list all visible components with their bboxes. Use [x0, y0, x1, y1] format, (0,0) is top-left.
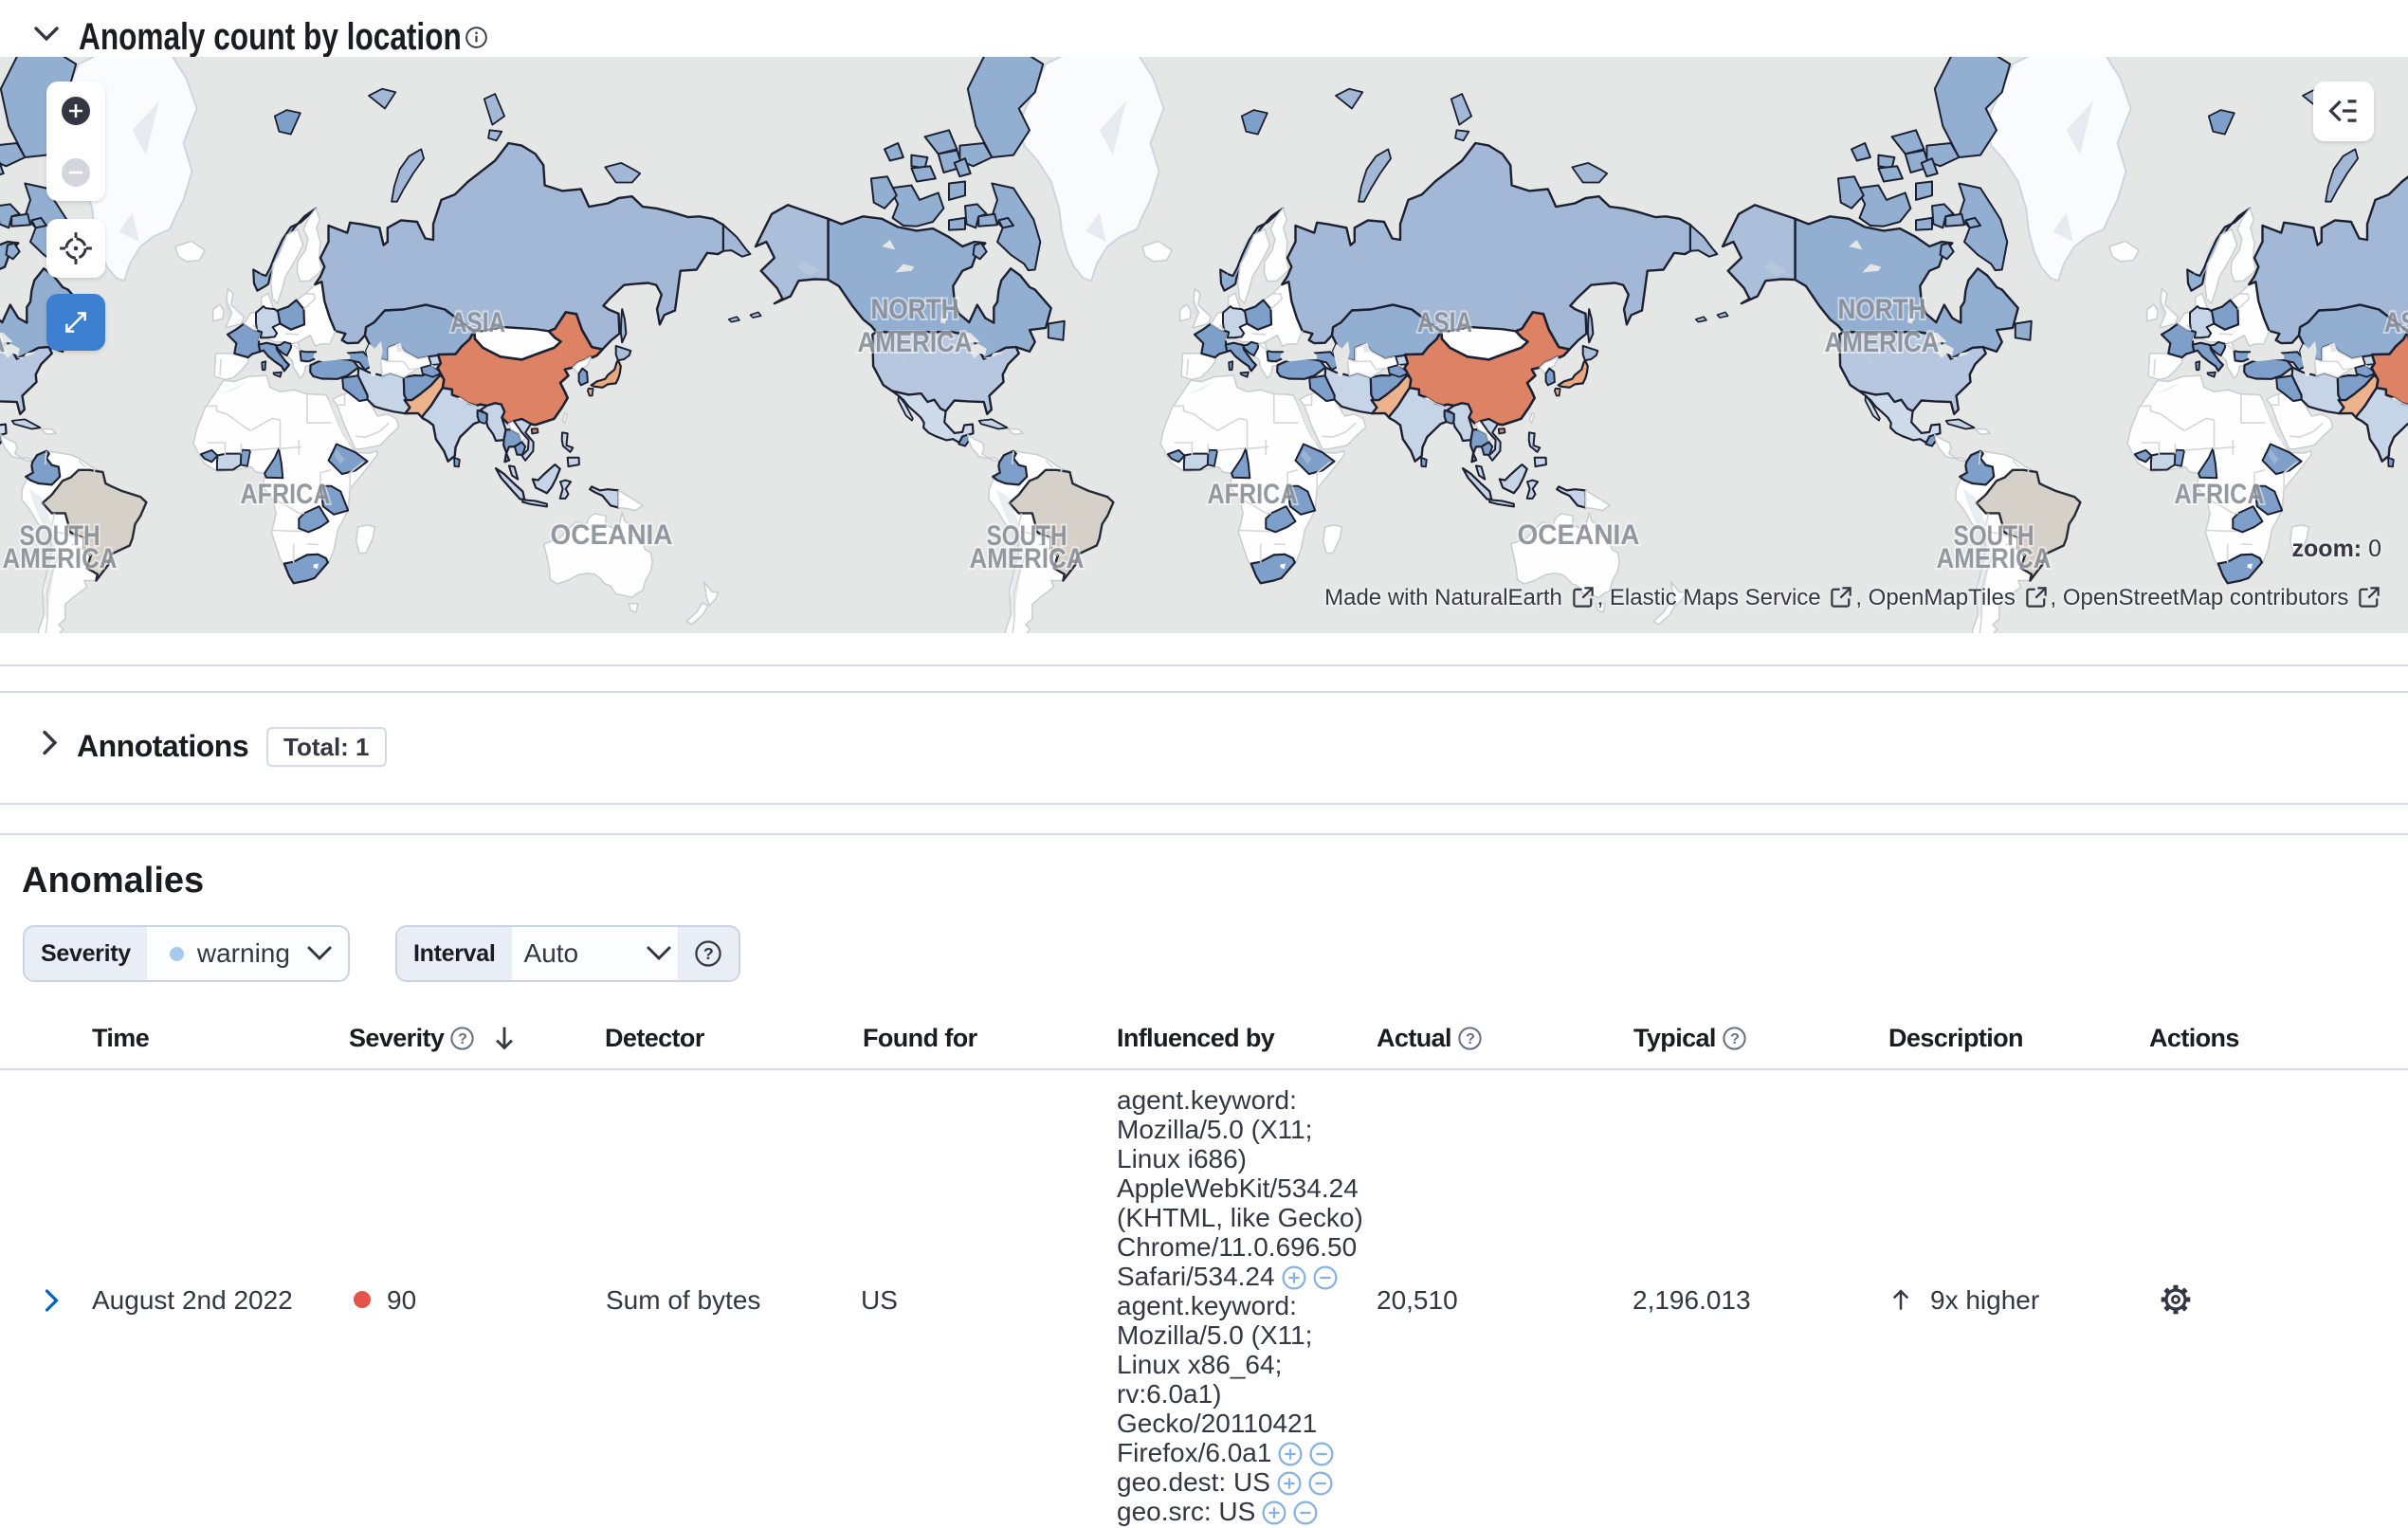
svg-text:?: ?	[1730, 1030, 1739, 1047]
svg-text:?: ?	[458, 1030, 466, 1047]
svg-text:?: ?	[703, 944, 713, 963]
svg-text:?: ?	[1466, 1030, 1474, 1047]
